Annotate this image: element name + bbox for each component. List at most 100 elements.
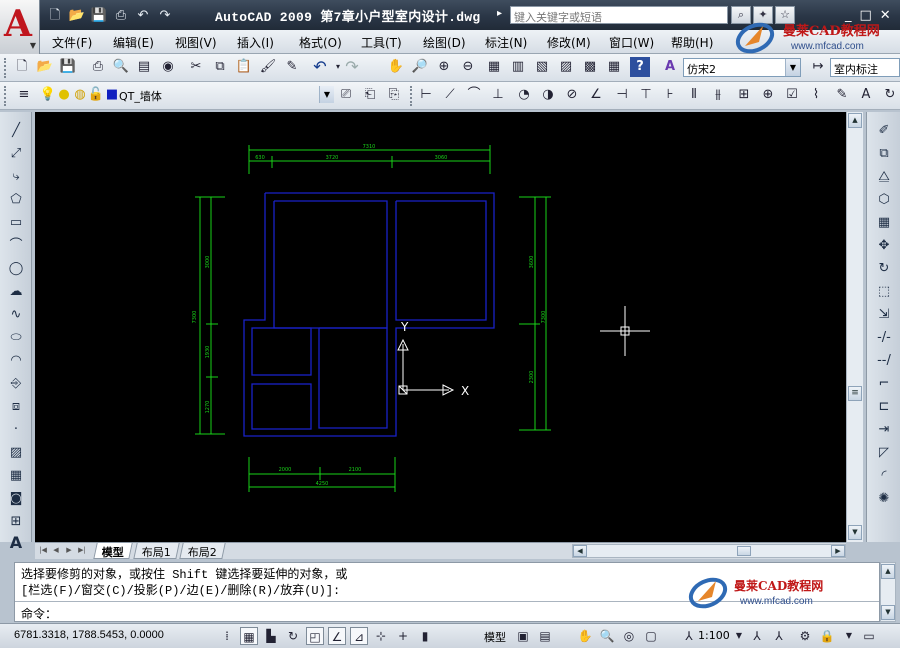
dim-style-combo[interactable]: 室内标注	[830, 58, 900, 77]
scroll-up-icon[interactable]: ▲	[848, 113, 862, 128]
erase-icon[interactable]: ✐	[873, 120, 895, 141]
fillet-icon[interactable]: ◜	[873, 465, 895, 486]
angular-dim-icon[interactable]: ∠	[586, 85, 606, 105]
canvas-vertical-scrollbar[interactable]: ▲ ≡ ▼	[846, 112, 863, 542]
menu-tools[interactable]: 工具(T)	[361, 34, 402, 51]
publish-icon[interactable]: ▤	[134, 57, 154, 77]
scroll-thumb[interactable]	[737, 546, 751, 556]
scroll-left-icon[interactable]: ◀	[573, 545, 587, 557]
mirror-icon[interactable]: ⧋	[873, 166, 895, 187]
ducs-icon[interactable]: ⊹	[372, 627, 390, 645]
tab-model[interactable]: 模型	[93, 543, 133, 559]
zoom-previous-icon[interactable]: ⊖	[458, 57, 478, 77]
save-icon[interactable]: 💾	[90, 8, 108, 24]
arc-length-icon[interactable]: ⌒	[464, 85, 484, 105]
copy-icon[interactable]: ⧉	[210, 57, 230, 77]
chevron-down-icon[interactable]: ▼	[319, 86, 334, 103]
workspace-gear-icon[interactable]: ⚙	[796, 627, 814, 645]
spline-icon[interactable]: ∿	[5, 304, 27, 325]
clean-screen-icon[interactable]: ▭	[860, 627, 878, 645]
polyline-icon[interactable]: ⤷	[5, 166, 27, 187]
last-tab-icon[interactable]: ▶|	[76, 544, 88, 557]
linear-dim-icon[interactable]: ⊢	[416, 85, 436, 105]
pan-icon[interactable]: ✋	[386, 57, 406, 77]
make-current-layer-icon[interactable]: ⎚	[336, 85, 356, 105]
continue-dim-icon[interactable]: ⊦	[660, 85, 680, 105]
aligned-dim-icon[interactable]: ⟋	[440, 85, 460, 105]
dim-break-icon[interactable]: ⫵	[708, 85, 728, 105]
search-input[interactable]: 键入关键字或短语	[510, 6, 728, 24]
menu-insert[interactable]: 插入(I)	[237, 34, 274, 51]
menu-dimension[interactable]: 标注(N)	[485, 34, 527, 51]
layer-previous-icon[interactable]: ⎗	[360, 85, 380, 105]
polar-icon[interactable]: ◰	[306, 627, 324, 645]
array-icon[interactable]: ▦	[873, 212, 895, 233]
undo-icon[interactable]: ↶	[310, 57, 330, 77]
new-file-icon[interactable]: 🗋	[46, 8, 64, 24]
menu-edit[interactable]: 编辑(E)	[113, 34, 154, 51]
tool-palettes-icon[interactable]: ▧	[532, 57, 552, 77]
properties-icon[interactable]: ▦	[484, 57, 504, 77]
match-properties-icon[interactable]: 🖌	[258, 57, 278, 77]
move-icon[interactable]: ✥	[873, 235, 895, 256]
annotation-scale-icon[interactable]: ⅄	[680, 627, 698, 645]
scroll-right-icon[interactable]: ▶	[831, 545, 845, 557]
layer-states-icon[interactable]: ⎘	[384, 85, 404, 105]
circle-icon[interactable]: ◯	[5, 258, 27, 279]
toolbar-grip[interactable]	[4, 86, 8, 106]
arc-icon[interactable]: ⌒	[5, 235, 27, 256]
infer-constraints-icon[interactable]: ⁞	[218, 627, 236, 645]
menu-file[interactable]: 文件(F)	[52, 34, 92, 51]
copy-object-icon[interactable]: ⧉	[873, 143, 895, 164]
help-icon[interactable]: ?	[630, 57, 650, 77]
trim-icon[interactable]: -/-	[873, 327, 895, 348]
dimtedit-icon[interactable]: A	[856, 85, 876, 105]
tab-layout2[interactable]: 布局2	[179, 543, 226, 559]
join-icon[interactable]: ⇥	[873, 419, 895, 440]
lineweight-icon[interactable]: ▮	[416, 627, 434, 645]
new-file-icon[interactable]: 🗋	[12, 57, 32, 77]
redo-icon[interactable]: ↷	[342, 57, 362, 77]
layer-manager-icon[interactable]: ≡	[14, 85, 34, 105]
stretch-icon[interactable]: ⇲	[873, 304, 895, 325]
zoom-realtime-icon[interactable]: 🔎	[410, 57, 430, 77]
toolbar-grip[interactable]	[4, 58, 8, 78]
menu-format[interactable]: 格式(O)	[299, 34, 342, 51]
quick-dim-icon[interactable]: ⊣	[612, 85, 632, 105]
plot-preview-icon[interactable]: 🔍	[111, 57, 131, 77]
markup-icon[interactable]: ▩	[580, 57, 600, 77]
lock-icon[interactable]: 🔒	[818, 627, 836, 645]
model-toggle[interactable]: 模型	[484, 629, 506, 645]
prev-tab-icon[interactable]: ◀	[50, 544, 62, 557]
annotation-scale[interactable]: 1:100	[698, 629, 730, 642]
chamfer-icon[interactable]: ◸	[873, 442, 895, 463]
next-tab-icon[interactable]: ▶	[63, 544, 75, 557]
design-center-icon[interactable]: ▥	[508, 57, 528, 77]
scroll-up-icon[interactable]: ▲	[881, 564, 895, 579]
dyn-icon[interactable]: +	[394, 627, 412, 645]
radius-dim-icon[interactable]: ◔	[514, 85, 534, 105]
dim-space-icon[interactable]: ⫴	[684, 85, 704, 105]
ortho-icon[interactable]: ↻	[284, 627, 302, 645]
dimedit-icon[interactable]: ✎	[832, 85, 852, 105]
tab-layout1[interactable]: 布局1	[133, 543, 180, 559]
chevron-down-icon[interactable]: ▼	[785, 59, 800, 76]
offset-icon[interactable]: ⬡	[873, 189, 895, 210]
zoom-icon[interactable]: 🔍	[598, 627, 616, 645]
first-tab-icon[interactable]: |◀	[37, 544, 49, 557]
revision-cloud-icon[interactable]: ☁	[5, 281, 27, 302]
cut-icon[interactable]: ✂	[186, 57, 206, 77]
calculator-icon[interactable]: ▦	[604, 57, 624, 77]
menu-view[interactable]: 视图(V)	[175, 34, 217, 51]
region-icon[interactable]: ◙	[5, 488, 27, 509]
snap-icon[interactable]: ▙	[262, 627, 280, 645]
text-style-icon[interactable]: A	[660, 57, 680, 77]
tolerance-icon[interactable]: ⊞	[734, 85, 754, 105]
command-scrollbar[interactable]: ▲ ▼	[880, 562, 896, 622]
diameter-dim-icon[interactable]: ⊘	[562, 85, 582, 105]
polygon-icon[interactable]: ⬠	[5, 189, 27, 210]
dim-update-icon[interactable]: ↻	[880, 85, 900, 105]
annotation-visibility-icon[interactable]: ⅄	[748, 627, 766, 645]
extend-icon[interactable]: --/	[873, 350, 895, 371]
menu-window[interactable]: 窗口(W)	[609, 34, 654, 51]
